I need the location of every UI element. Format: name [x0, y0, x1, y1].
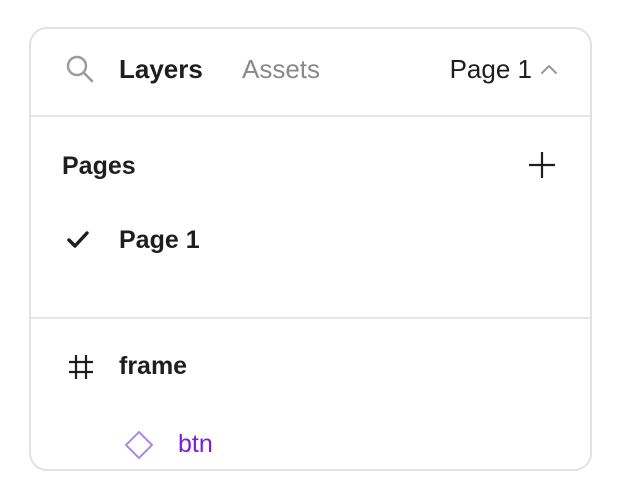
layers-panel: Layers Assets Page 1 Pages Page 1 frame … — [29, 27, 592, 471]
layers-tree: frame btn — [31, 319, 590, 469]
search-icon[interactable] — [65, 54, 95, 84]
pages-section: Pages Page 1 — [31, 117, 590, 319]
tab-layers[interactable]: Layers — [119, 51, 203, 87]
layer-label-btn: btn — [178, 430, 213, 458]
layer-item-frame[interactable]: frame — [31, 341, 590, 393]
page-item-label: Page 1 — [119, 226, 200, 254]
check-icon — [67, 231, 89, 248]
layer-label-frame: frame — [119, 352, 188, 380]
panel-header: Layers Assets Page 1 — [31, 29, 590, 117]
pages-title: Pages — [62, 152, 136, 180]
component-diamond-icon — [125, 431, 153, 459]
page-selector[interactable]: Page 1 — [450, 51, 558, 87]
layer-item-btn[interactable]: btn — [31, 419, 590, 471]
frame-hash-icon — [69, 355, 93, 379]
add-page-button[interactable] — [528, 151, 556, 179]
page-list-item[interactable]: Page 1 — [31, 215, 590, 269]
tab-assets[interactable]: Assets — [242, 51, 320, 87]
page-selector-label: Page 1 — [449, 54, 532, 84]
chevron-up-icon — [541, 65, 557, 74]
